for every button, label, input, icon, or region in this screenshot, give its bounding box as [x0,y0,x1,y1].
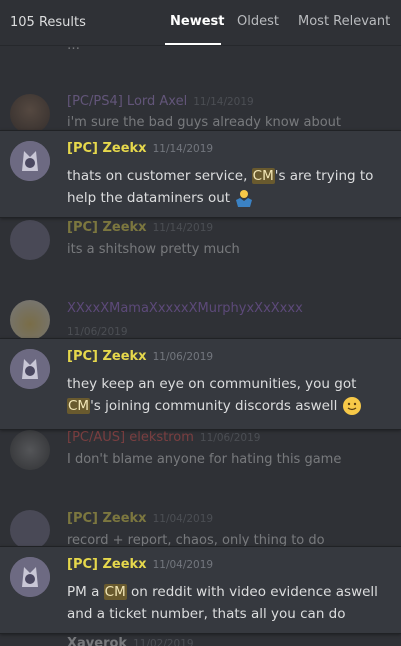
message-text-fragment: … [67,46,80,53]
slightly-smiling-face-emoji-icon [342,397,361,415]
message-timestamp: 11/04/2019 [152,513,214,525]
message-author[interactable]: [PC] Zeekx [67,220,147,235]
search-result-card[interactable]: [PC] Zeekx 11/14/2019 thats on customer s… [0,130,401,218]
avatar[interactable] [10,557,50,597]
message-author[interactable]: [PC] Zeekx [67,141,147,156]
search-result-card[interactable]: [PC] Zeekx 11/04/2019 PM a CM on reddit w… [0,546,401,634]
avatar[interactable] [10,510,50,550]
search-result-card[interactable]: [PC] Zeekx 11/06/2019 they keep an eye on… [0,338,401,430]
avatar[interactable] [10,220,50,260]
person-shrugging-emoji-icon [236,190,253,207]
message-timestamp: 11/06/2019 [152,351,214,363]
tab-newest[interactable]: Newest [170,14,224,29]
message-text: its a shitshow pretty much [67,242,240,257]
message-timestamp: 11/14/2019 [152,222,214,234]
context-message[interactable]: [PC/AUS] elekstrom 11/06/2019 I don't bla… [0,426,401,470]
avatar[interactable] [10,141,50,181]
tab-oldest[interactable]: Oldest [237,14,279,29]
context-message: … [0,46,401,58]
message-timestamp: 11/06/2019 [199,432,261,444]
message-text: thats on customer service, CM's are tryi… [67,168,374,207]
message-author[interactable]: [PC] Zeekx [67,349,147,364]
message-author[interactable]: [PC] Zeekx [67,557,147,572]
message-author[interactable]: [PC] Zeekx [67,511,147,526]
message-timestamp: 11/14/2019 [193,96,254,108]
message-timestamp: 11/02/2019 [133,638,194,646]
message-author[interactable]: XXxxXMamaXxxxxXMurphyxXxXxxx [67,301,303,316]
message-author[interactable]: [PC/PS4] Lord Axel [67,94,187,109]
search-highlight: CM [251,168,275,184]
message-text: they keep an eye on communities, you got… [67,373,387,417]
search-highlight: CM [67,398,91,414]
avatar[interactable] [10,300,50,340]
message-text: I don't blame anyone for hating this gam… [67,452,342,467]
active-tab-indicator [165,43,221,45]
avatar[interactable] [10,94,50,134]
message-author[interactable]: [PC/AUS] elekstrom [67,430,194,445]
message-text: i'm sure the bad guys already know about [67,115,342,130]
message-text: PM a CM on reddit with video evidence as… [67,584,378,622]
context-message[interactable]: XXxxXMamaXxxxxXMurphyxXxXxxx 11/06/2019 [0,298,401,340]
context-message[interactable]: [PC] Zeekx 11/14/2019 its a shitshow pret… [0,216,401,260]
message-timestamp: 11/06/2019 [67,326,128,338]
search-results-header: 105 Results Newest Oldest Most Relevant [0,0,401,46]
tab-most-relevant[interactable]: Most Relevant [298,14,390,29]
message-author[interactable]: Xaverok [67,636,127,646]
search-results-list[interactable]: … [PC/PS4] Lord Axel 11/14/2019 i'm sure … [0,46,401,646]
results-count: 105 Results [10,15,86,30]
search-highlight: CM [103,584,127,600]
avatar[interactable] [10,430,50,470]
avatar[interactable] [10,349,50,389]
context-message[interactable]: Xaverok 11/02/2019 [0,634,401,646]
message-timestamp: 11/04/2019 [152,559,214,571]
context-message[interactable]: [PC/PS4] Lord Axel 11/14/2019 i'm sure th… [0,88,401,134]
message-timestamp: 11/14/2019 [152,143,214,155]
